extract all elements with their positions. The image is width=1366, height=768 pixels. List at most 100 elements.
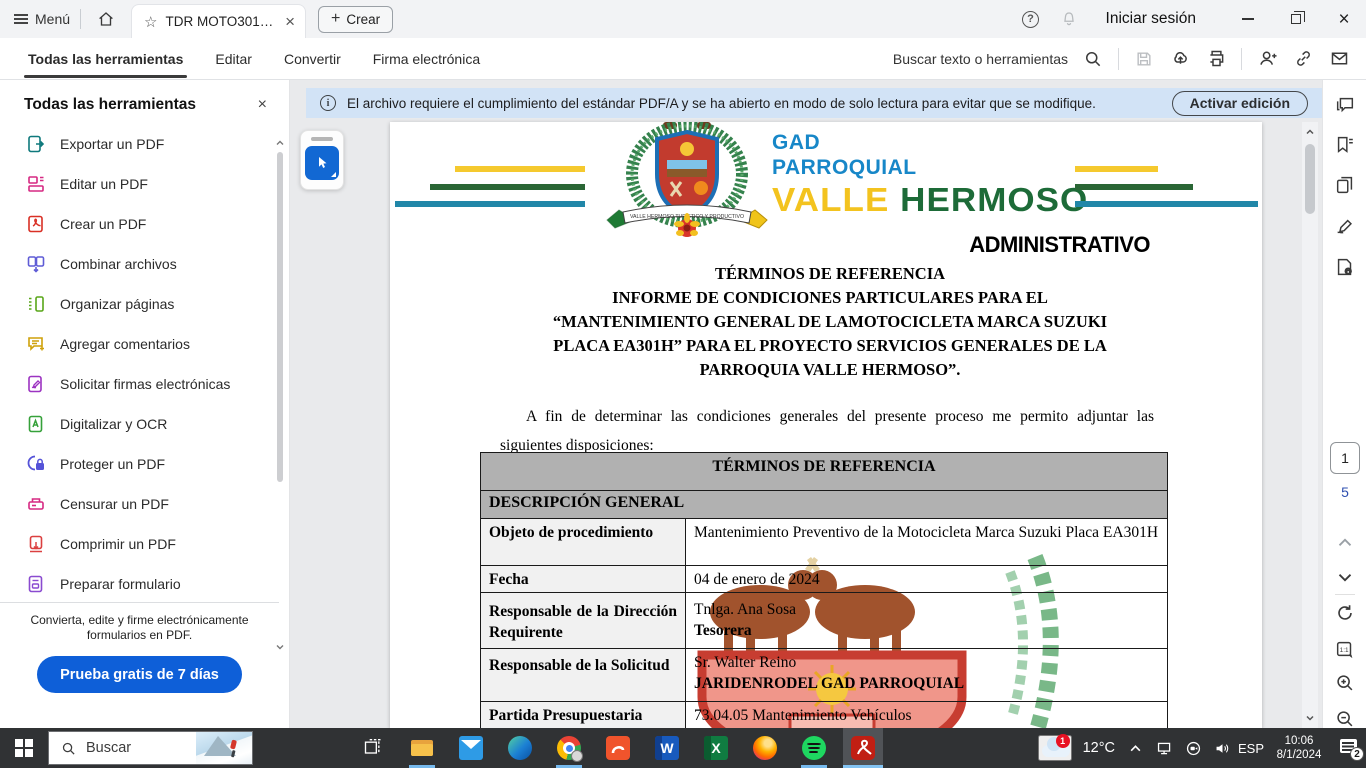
task-view-button[interactable] <box>353 728 393 768</box>
taskbar-search[interactable]: Buscar <box>48 731 253 765</box>
network-icon[interactable] <box>1155 739 1173 757</box>
taskbar-app-spotify[interactable] <box>794 728 834 768</box>
meet-now-icon[interactable] <box>1184 739 1202 757</box>
scrollbar-thumb[interactable] <box>277 152 283 482</box>
actual-size-icon[interactable]: 1:1 <box>1334 638 1356 660</box>
file-info-icon[interactable] <box>1334 256 1356 278</box>
footer-text: Convierta, edite y firme electrónicament… <box>20 613 259 643</box>
hidden-icons-chevron[interactable] <box>1126 739 1144 757</box>
title-bar-right: ? Iniciar sesión × <box>1014 0 1366 38</box>
clock[interactable]: 10:06 8/1/2024 <box>1271 739 1327 757</box>
create-label: Crear <box>346 12 380 27</box>
taskbar-app-edge[interactable] <box>500 728 540 768</box>
search-label[interactable]: Buscar texto o herramientas <box>893 51 1068 67</box>
close-button[interactable]: × <box>1322 0 1366 38</box>
language-indicator[interactable]: ESP <box>1242 739 1260 757</box>
temperature-label[interactable]: 12°C <box>1083 740 1115 756</box>
comments-panel-icon[interactable] <box>1334 94 1356 116</box>
zoom-in-icon[interactable] <box>1334 672 1356 694</box>
email-icon[interactable] <box>1328 48 1350 70</box>
sidebar-item-add-comments[interactable]: Agregar comentarios <box>0 324 289 364</box>
start-button[interactable] <box>0 728 48 768</box>
sign-panel-icon[interactable] <box>1334 216 1356 238</box>
notification-badge: 2 <box>1350 747 1364 761</box>
share-upload-icon[interactable] <box>1169 48 1191 70</box>
search-icon[interactable] <box>1082 48 1104 70</box>
create-pdf-icon <box>26 214 46 234</box>
home-button[interactable] <box>91 4 121 34</box>
previous-page-icon[interactable] <box>1334 532 1356 554</box>
add-reviewer-icon[interactable] <box>1256 48 1278 70</box>
search-placeholder: Buscar <box>86 740 131 756</box>
create-tab-button[interactable]: + Crear <box>318 6 393 33</box>
sidebar-item-export-pdf[interactable]: Exportar un PDF <box>0 124 289 164</box>
taskbar-app-file-explorer[interactable] <box>402 728 442 768</box>
floating-tool-widget[interactable] <box>300 130 344 190</box>
refresh-view-icon[interactable] <box>1334 602 1356 624</box>
tab-esign[interactable]: Firma electrónica <box>369 38 484 80</box>
sidebar-item-prepare-form[interactable]: Preparar formulario <box>0 564 289 604</box>
tab-edit[interactable]: Editar <box>211 38 256 80</box>
sidebar-item-compress-pdf[interactable]: Comprimir un PDF <box>0 524 289 564</box>
zoom-out-icon[interactable] <box>1334 708 1356 730</box>
taskbar-app-chrome[interactable] <box>549 728 589 768</box>
sign-in-button[interactable]: Iniciar sesión <box>1106 10 1196 28</box>
sidebar-scrollbar[interactable] <box>275 138 285 666</box>
menu-button[interactable]: Menú <box>14 11 70 27</box>
taskbar-app-pdf-reader[interactable] <box>598 728 638 768</box>
scrollbar-thumb[interactable] <box>1305 144 1315 214</box>
protect-pdf-icon <box>26 454 46 474</box>
close-icon: × <box>1338 10 1349 29</box>
document-tab[interactable]: ☆ TDR MOTO301-sign... × <box>131 4 306 38</box>
tab-title: TDR MOTO301-sign... <box>165 14 277 29</box>
sidebar-item-organize-pages[interactable]: Organizar páginas <box>0 284 289 324</box>
firefox-icon <box>753 736 777 760</box>
sidebar-item-scan-ocr[interactable]: Digitalizar y OCR <box>0 404 289 444</box>
menu-label: Menú <box>35 11 70 27</box>
panel-close-icon[interactable]: × <box>258 96 267 114</box>
sidebar-item-protect-pdf[interactable]: Proteger un PDF <box>0 444 289 484</box>
tab-convert[interactable]: Convertir <box>280 38 345 80</box>
taskbar-app-word[interactable]: W <box>647 728 687 768</box>
volume-icon[interactable] <box>1213 739 1231 757</box>
decorative-line <box>455 166 585 172</box>
sidebar-item-redact-pdf[interactable]: Censurar un PDF <box>0 484 289 524</box>
document-scrollbar[interactable] <box>1302 122 1318 728</box>
windows-taskbar: Buscar W <box>0 728 1366 768</box>
weather-widget[interactable]: 1 <box>1038 735 1072 761</box>
sidebar-item-combine-files[interactable]: Combinar archivos <box>0 244 289 284</box>
sidebar-item-create-pdf[interactable]: Crear un PDF <box>0 204 289 244</box>
sidebar-item-request-signatures[interactable]: Solicitar firmas electrónicas <box>0 364 289 404</box>
minimize-button[interactable] <box>1226 0 1270 38</box>
restore-button[interactable] <box>1274 0 1318 38</box>
taskbar-app-excel[interactable]: X <box>696 728 736 768</box>
prepare-form-icon <box>26 574 46 594</box>
share-link-icon[interactable] <box>1292 48 1314 70</box>
search-highlight-image[interactable] <box>196 732 252 764</box>
acrobat-window: Menú ☆ TDR MOTO301-sign... × + Crear ? I… <box>0 0 1366 768</box>
cursor-icon <box>313 154 331 172</box>
page-thumbnails-icon[interactable] <box>1334 174 1356 196</box>
divider <box>1118 48 1119 70</box>
mail-icon <box>459 736 483 760</box>
tab-all-tools[interactable]: Todas las herramientas <box>24 38 187 80</box>
help-button[interactable]: ? <box>1014 0 1048 38</box>
enable-editing-button[interactable]: Activar edición <box>1172 91 1308 116</box>
svg-text:1:1: 1:1 <box>1340 647 1349 654</box>
hamburger-icon <box>14 14 28 24</box>
favorite-star-icon[interactable]: ☆ <box>144 13 157 31</box>
taskbar-app-mail[interactable] <box>451 728 491 768</box>
free-trial-button[interactable]: Prueba gratis de 7 días <box>37 656 242 693</box>
drag-handle[interactable] <box>311 137 333 141</box>
bookmarks-panel-icon[interactable] <box>1334 134 1356 156</box>
taskbar-app-firefox[interactable] <box>745 728 785 768</box>
page-number-input[interactable]: 1 <box>1330 442 1360 474</box>
taskbar-app-acrobat[interactable] <box>843 728 883 768</box>
next-page-icon[interactable] <box>1334 566 1356 588</box>
selection-tool-button[interactable] <box>305 146 339 180</box>
print-icon[interactable] <box>1205 48 1227 70</box>
sidebar-item-edit-pdf[interactable]: Editar un PDF <box>0 164 289 204</box>
tab-close-icon[interactable]: × <box>285 13 295 30</box>
action-center-button[interactable]: 2 <box>1338 736 1362 760</box>
notifications-button[interactable] <box>1052 0 1086 38</box>
